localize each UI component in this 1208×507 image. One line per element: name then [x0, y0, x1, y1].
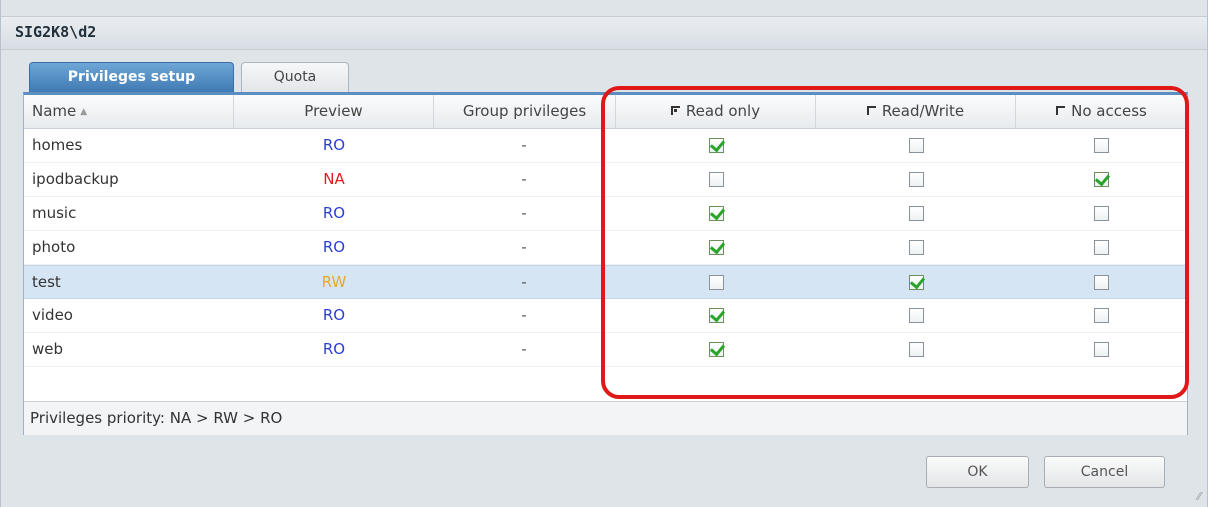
cell-read-only [616, 299, 816, 333]
read-write-checkbox[interactable] [908, 172, 924, 187]
cell-read-write [816, 333, 1016, 367]
read-only-checkbox[interactable] [708, 206, 724, 221]
share-name: homes [32, 136, 83, 154]
group-privileges-value: - [521, 170, 527, 188]
read-write-checkbox[interactable] [908, 275, 924, 290]
column-header-group-privileges[interactable]: Group privileges [434, 95, 616, 129]
table-row[interactable]: web RO - [24, 333, 1187, 367]
no-access-checkbox[interactable] [1094, 206, 1109, 221]
group-privileges-value: - [521, 238, 527, 256]
preview-badge: RO [322, 340, 346, 358]
cell-no-access [1016, 333, 1187, 367]
no-access-checkbox[interactable] [1094, 138, 1109, 153]
cell-no-access [1016, 163, 1187, 197]
dialog-titlebar: SIG2K8\d2 [1, 16, 1207, 50]
column-header-read-write[interactable]: Read/Write [816, 95, 1016, 129]
cell-read-only [616, 163, 816, 197]
column-header-no-access-label: No access [1071, 102, 1147, 120]
resize-grip-icon[interactable]: ⁄⁄ [1197, 490, 1201, 503]
cell-no-access [1016, 197, 1187, 231]
column-header-name-label: Name [32, 102, 77, 120]
read-write-checkbox[interactable] [908, 342, 924, 357]
share-name: video [32, 306, 73, 324]
header-checkbox-read-only-icon[interactable] [670, 106, 680, 115]
grid-header: Name ▲ Preview Group privileges Read only… [24, 95, 1187, 129]
cell-read-write [816, 197, 1016, 231]
cell-read-write [816, 129, 1016, 163]
read-only-checkbox[interactable] [708, 342, 724, 357]
tab-quota[interactable]: Quota [241, 62, 349, 92]
table-row[interactable]: test RW - [24, 265, 1187, 299]
cancel-button[interactable]: Cancel [1044, 456, 1165, 488]
cell-no-access [1016, 129, 1187, 163]
cell-read-write [816, 299, 1016, 333]
cell-read-only [616, 231, 816, 265]
no-access-checkbox[interactable] [1094, 342, 1109, 357]
cell-read-only [616, 129, 816, 163]
privileges-dialog: SIG2K8\d2 Privileges setup Quota Name ▲ P… [0, 0, 1208, 507]
read-only-checkbox[interactable] [708, 240, 724, 255]
preview-badge: NA [323, 170, 345, 188]
group-privileges-value: - [521, 340, 527, 358]
table-row[interactable]: video RO - [24, 299, 1187, 333]
no-access-checkbox[interactable] [1094, 172, 1109, 187]
privileges-grid-panel: Name ▲ Preview Group privileges Read only… [23, 92, 1188, 435]
read-write-checkbox[interactable] [908, 308, 924, 323]
group-privileges-value: - [521, 273, 527, 291]
share-name: web [32, 340, 64, 358]
no-access-checkbox[interactable] [1094, 308, 1109, 323]
cell-no-access [1016, 299, 1187, 333]
privileges-priority-note: Privileges priority: NA > RW > RO [24, 401, 1187, 435]
cell-read-write [816, 231, 1016, 265]
column-header-name[interactable]: Name ▲ [24, 95, 234, 129]
group-privileges-value: - [521, 204, 527, 222]
header-checkbox-read-write-icon[interactable] [866, 106, 876, 115]
read-only-checkbox[interactable] [708, 308, 724, 323]
cell-no-access [1016, 231, 1187, 265]
read-only-checkbox[interactable] [708, 138, 724, 153]
column-header-read-only[interactable]: Read only [616, 95, 816, 129]
cell-read-only [616, 266, 816, 300]
cell-read-only [616, 333, 816, 367]
share-name: ipodbackup [32, 170, 119, 188]
ok-button[interactable]: OK [926, 456, 1029, 488]
tab-privileges-setup[interactable]: Privileges setup [29, 62, 234, 92]
sort-ascending-icon: ▲ [80, 107, 88, 117]
preview-badge: RO [322, 204, 346, 222]
table-row[interactable]: music RO - [24, 197, 1187, 231]
column-header-read-only-label: Read only [685, 102, 761, 120]
preview-badge: RW [321, 273, 347, 291]
no-access-checkbox[interactable] [1094, 275, 1109, 290]
read-write-checkbox[interactable] [908, 240, 924, 255]
header-checkbox-no-access-icon[interactable] [1056, 106, 1066, 115]
column-header-preview[interactable]: Preview [234, 95, 434, 129]
column-header-read-write-label: Read/Write [881, 102, 965, 120]
cell-read-only [616, 197, 816, 231]
preview-badge: RO [322, 136, 346, 154]
share-name: music [32, 204, 77, 222]
group-privileges-value: - [521, 136, 527, 154]
preview-badge: RO [322, 238, 346, 256]
table-row[interactable]: homes RO - [24, 129, 1187, 163]
read-write-checkbox[interactable] [908, 206, 924, 221]
no-access-checkbox[interactable] [1094, 240, 1109, 255]
share-name: photo [32, 238, 76, 256]
group-privileges-value: - [521, 306, 527, 324]
table-row[interactable]: ipodbackup NA - [24, 163, 1187, 197]
read-write-checkbox[interactable] [908, 138, 924, 153]
table-row[interactable]: photo RO - [24, 231, 1187, 265]
share-name: test [32, 273, 61, 291]
preview-badge: RO [322, 306, 346, 324]
cell-read-write [816, 266, 1016, 300]
dialog-title: SIG2K8\d2 [15, 23, 97, 41]
cell-no-access [1016, 266, 1187, 300]
read-only-checkbox[interactable] [708, 172, 724, 187]
cell-read-write [816, 163, 1016, 197]
column-header-no-access[interactable]: No access [1016, 95, 1187, 129]
read-only-checkbox[interactable] [708, 275, 724, 290]
